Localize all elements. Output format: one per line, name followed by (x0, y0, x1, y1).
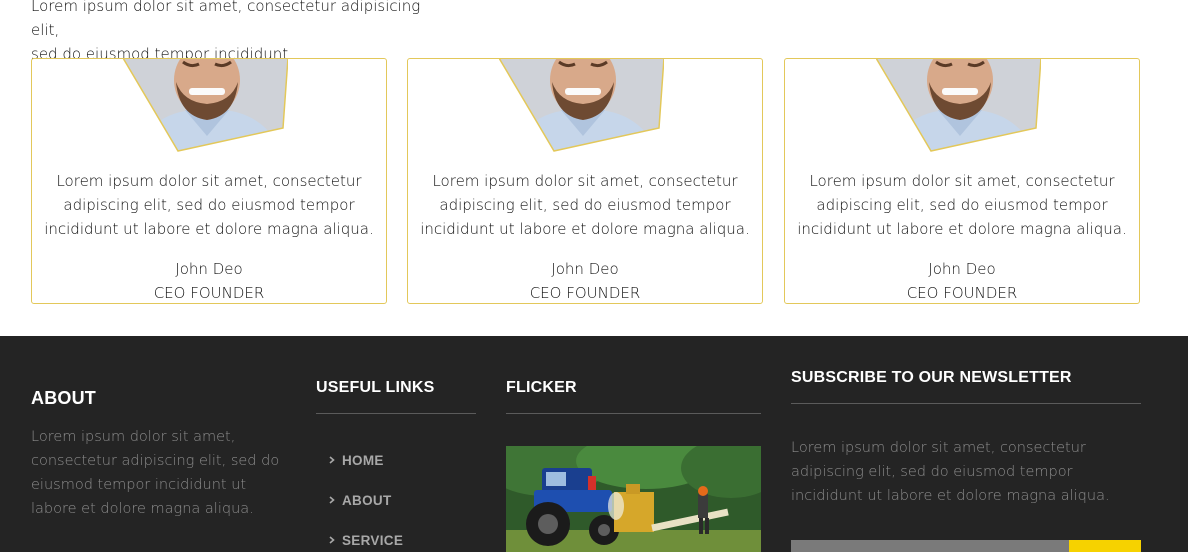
site-footer: ABOUT Lorem ipsum dolor sit amet, consec… (0, 336, 1188, 552)
testimonial-card: Lorem ipsum dolor sit amet, consectetur … (784, 58, 1140, 304)
footer-about-title: ABOUT (31, 388, 96, 408)
footer-link-label: ABOUT (342, 492, 392, 508)
chevron-right-icon (329, 496, 335, 504)
testimonial-quote: Lorem ipsum dolor sit amet, consectetur … (420, 172, 750, 238)
footer-links-title: USEFUL LINKS (316, 379, 435, 396)
footer-link-service[interactable]: SERVICE (326, 530, 403, 550)
testimonial-name: John Deo (175, 260, 243, 278)
footer-flicker-divider (506, 413, 761, 414)
footer-about-text: Lorem ipsum dolor sit amet, consectetur … (31, 429, 280, 517)
chevron-right-icon (329, 456, 335, 464)
testimonial-quote: Lorem ipsum dolor sit amet, consectetur … (44, 172, 374, 238)
testimonial-name: John Deo (928, 260, 996, 278)
chevron-right-icon (329, 536, 335, 544)
testimonial-cards: Lorem ipsum dolor sit amet, consectetur … (31, 58, 1140, 304)
footer-links-divider (316, 413, 476, 414)
newsletter-email-input[interactable] (791, 540, 1069, 552)
intro-line-1: Lorem ipsum dolor sit amet, consectetur … (31, 0, 421, 39)
footer-link-about[interactable]: ABOUT (326, 490, 392, 510)
testimonial-quote: Lorem ipsum dolor sit amet, consectetur … (797, 172, 1127, 238)
footer-link-label: HOME (342, 452, 384, 468)
testimonial-role: CEO FOUNDER (153, 284, 265, 302)
section-intro: Lorem ipsum dolor sit amet, consectetur … (31, 0, 451, 66)
testimonial-role: CEO FOUNDER (529, 284, 641, 302)
footer-newsletter-divider (791, 403, 1141, 404)
footer-flicker-title: FLICKER (506, 379, 577, 396)
testimonial-role: CEO FOUNDER (906, 284, 1018, 302)
footer-newsletter-text: Lorem ipsum dolor sit amet, consectetur … (791, 440, 1110, 504)
footer-link-home[interactable]: HOME (326, 450, 384, 470)
footer-newsletter-title: SUBSCRIBE TO OUR NEWSLETTER (791, 369, 1072, 386)
testimonial-card: Lorem ipsum dolor sit amet, consectetur … (31, 58, 387, 304)
avatar (876, 59, 1041, 152)
newsletter-subscribe-button[interactable] (1069, 540, 1141, 552)
testimonial-card: Lorem ipsum dolor sit amet, consectetur … (407, 58, 763, 304)
flicker-photo-tractor[interactable] (506, 446, 761, 552)
avatar (499, 59, 664, 152)
testimonial-name: John Deo (551, 260, 619, 278)
avatar (123, 59, 288, 152)
footer-link-label: SERVICE (342, 532, 404, 548)
